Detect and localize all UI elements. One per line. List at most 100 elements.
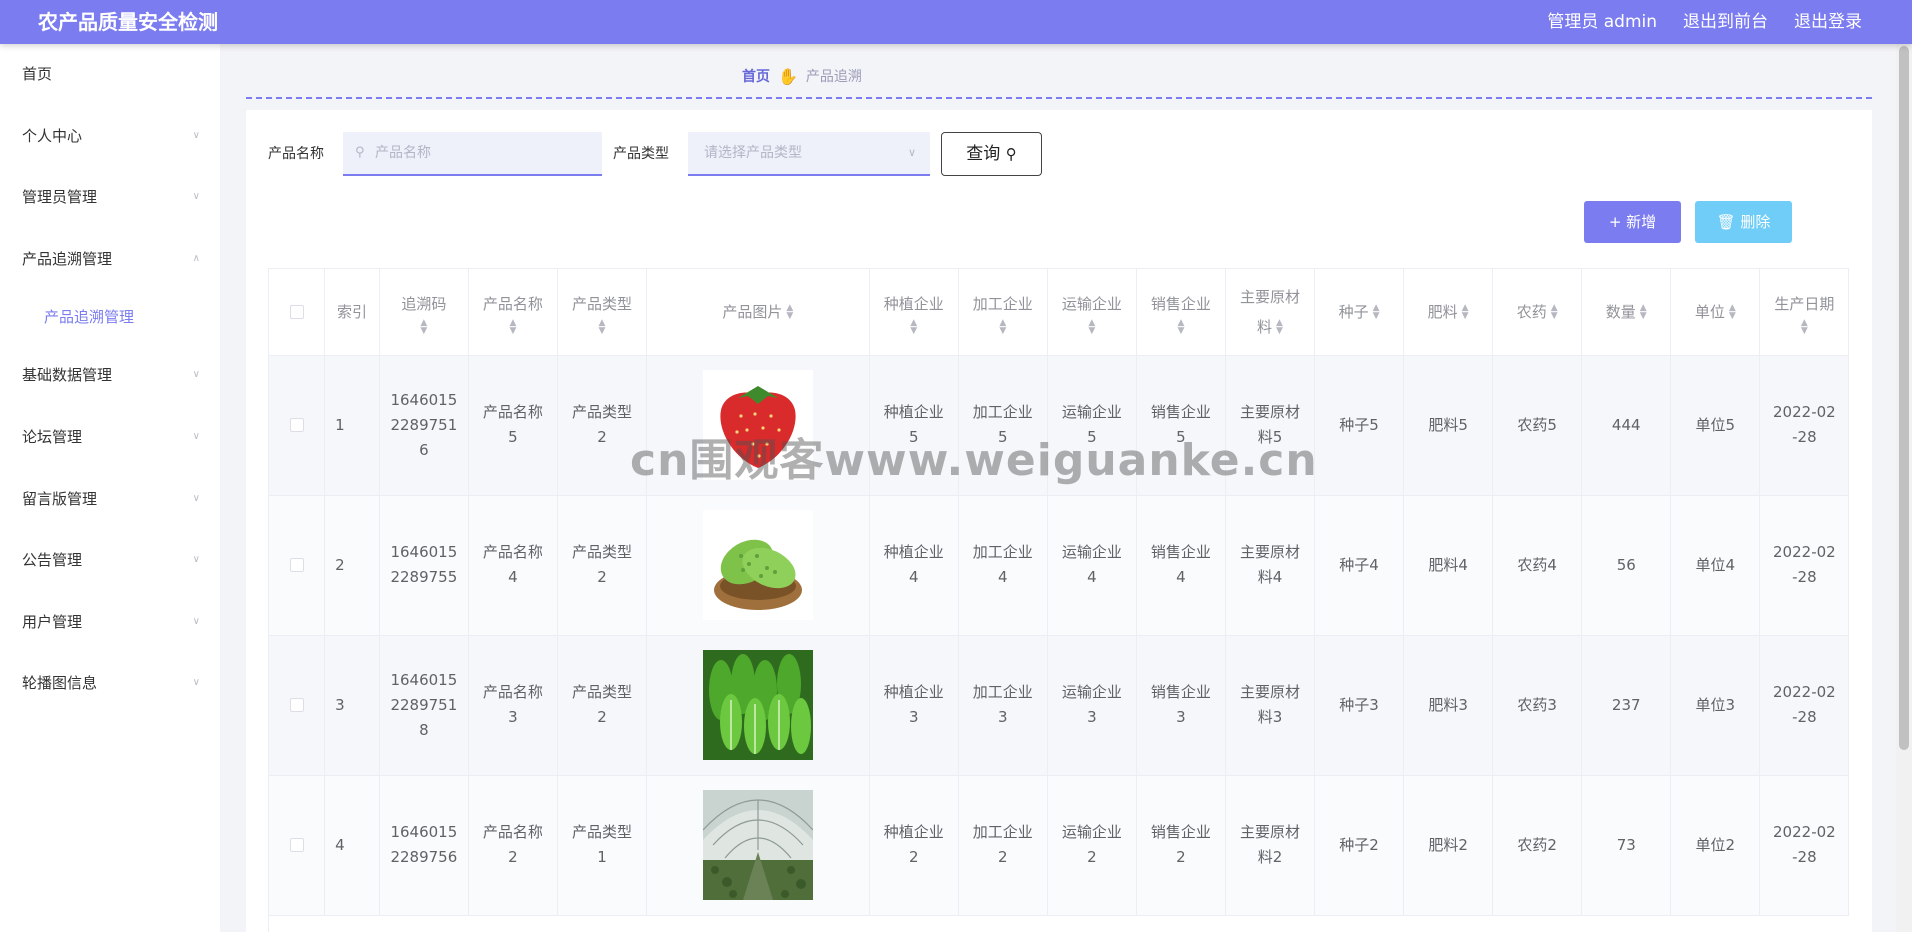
strawberry-image[interactable] — [702, 370, 813, 480]
sidebar-item-label: 留言版管理 — [22, 490, 98, 508]
page-scrollbar[interactable] — [1896, 44, 1912, 932]
row-checkbox[interactable] — [289, 558, 304, 572]
search-icon: ⚲ — [1005, 145, 1017, 163]
product-name-input[interactable]: ⚲ 产品名称 — [343, 132, 602, 176]
cell-type: 产品类型1 — [557, 775, 648, 916]
cell-image — [646, 355, 870, 496]
cell-qty: 237 — [1581, 635, 1672, 776]
sort-icon[interactable]: ▲ ▼ — [1551, 304, 1558, 321]
logout-link[interactable]: 退出登录 — [1794, 0, 1862, 44]
sidebar-item-home[interactable]: 首页 — [0, 54, 220, 94]
chevron-down-icon: ∨ — [192, 431, 200, 442]
row-checkbox-cell — [269, 775, 326, 916]
sort-icon[interactable]: ▲ ▼ — [967, 318, 1039, 335]
trace-table: 索引 追溯码 ▲ ▼ 产品名称 ▲ ▼ 产品类型 ▲ ▼ 产品图片 ▲ ▼ 种植企业 ▲ ▼ 加工企… — [268, 268, 1849, 932]
sort-icon[interactable]: ▲ ▼ — [1276, 319, 1283, 336]
leafy-greens-image[interactable] — [702, 650, 813, 760]
chevron-down-icon: ∨ — [192, 677, 200, 688]
add-button[interactable]: + 新增 — [1584, 201, 1681, 243]
th-material-label: 主要原材料 — [1239, 287, 1300, 336]
breadcrumb-home[interactable]: 首页 — [742, 66, 770, 86]
chevron-down-icon: ∨ — [192, 554, 200, 565]
sort-icon[interactable]: ▲ ▼ — [388, 318, 460, 335]
sidebar-subitem-trace-management[interactable]: 产品追溯管理 — [0, 297, 220, 337]
trace-table-grid: 索引 追溯码 ▲ ▼ 产品名称 ▲ ▼ 产品类型 ▲ ▼ 产品图片 ▲ ▼ 种植企业 ▲ ▼ 加工企… — [269, 269, 1849, 916]
sidebar-item-admin-management[interactable]: 管理员管理 ∨ — [0, 177, 220, 217]
sidebar-item-message-board[interactable]: 留言版管理 ∨ — [0, 479, 220, 519]
row-checkbox[interactable] — [289, 418, 304, 432]
th-code[interactable]: 追溯码 ▲ ▼ — [379, 269, 469, 356]
sidebar-item-users[interactable]: 用户管理 ∨ — [0, 602, 220, 642]
sidebar-item-label: 用户管理 — [22, 613, 83, 631]
sidebar-item-notice[interactable]: 公告管理 ∨ — [0, 540, 220, 580]
sidebar-item-personal-center[interactable]: 个人中心 ∨ — [0, 116, 220, 156]
table-row: 1 16460152289751 6 产品名称5 产品类型2 种植企业5 加工企… — [269, 355, 1849, 496]
exit-to-front-link[interactable]: 退出到前台 — [1683, 0, 1768, 44]
delete-button[interactable]: 🗑 删除 — [1695, 201, 1792, 243]
cell-plant: 种植企业5 — [869, 355, 959, 496]
cell-pesticide: 农药3 — [1492, 635, 1583, 776]
row-checkbox[interactable] — [289, 838, 304, 852]
cell-plant: 种植企业2 — [869, 775, 959, 916]
cell-seed: 种子5 — [1314, 355, 1405, 496]
th-fertilizer[interactable]: 肥料 ▲ ▼ — [1403, 269, 1494, 356]
th-seed[interactable]: 种子 ▲ ▼ — [1314, 269, 1405, 356]
th-qty[interactable]: 数量 ▲ ▼ — [1581, 269, 1672, 356]
sidebar-item-forum[interactable]: 论坛管理 ∨ — [0, 417, 220, 457]
cell-unit: 单位2 — [1670, 775, 1761, 916]
cell-image — [646, 495, 870, 636]
th-seed-label: 种子 — [1338, 302, 1369, 321]
bitter-melon-image[interactable] — [702, 510, 813, 620]
cell-image — [646, 635, 870, 776]
sidebar-item-trace-management[interactable]: 产品追溯管理 ∧ — [0, 239, 220, 279]
cell-seed: 种子2 — [1314, 775, 1405, 916]
greenhouse-image[interactable] — [702, 790, 813, 900]
product-type-select[interactable]: 请选择产品类型 ∨ — [688, 132, 930, 176]
trash-icon: 🗑 — [1716, 213, 1741, 231]
th-plant[interactable]: 种植企业 ▲ ▼ — [869, 269, 959, 356]
scrollbar-thumb[interactable] — [1899, 46, 1909, 750]
sort-icon[interactable]: ▲ ▼ — [1373, 304, 1380, 321]
chevron-down-icon: ∨ — [907, 146, 916, 159]
sort-icon[interactable]: ▲ ▼ — [566, 318, 638, 335]
sidebar-item-carousel[interactable]: 轮播图信息 ∨ — [0, 663, 220, 703]
th-unit[interactable]: 单位 ▲ ▼ — [1670, 269, 1761, 356]
th-date[interactable]: 生产日期 ▲ ▼ — [1759, 269, 1849, 356]
th-image[interactable]: 产品图片 ▲ ▼ — [646, 269, 870, 356]
query-button[interactable]: 查询 ⚲ — [941, 132, 1042, 176]
sort-icon[interactable]: ▲ ▼ — [1056, 318, 1128, 335]
cell-material: 主要原材料3 — [1225, 635, 1316, 776]
cell-process: 加工企业2 — [958, 775, 1048, 916]
row-checkbox-cell — [269, 635, 326, 776]
th-plant-label: 种植企业 — [883, 294, 944, 313]
cell-pesticide: 农药2 — [1492, 775, 1583, 916]
cell-sales: 销售企业2 — [1136, 775, 1226, 916]
th-unit-label: 单位 — [1694, 302, 1725, 321]
sort-icon[interactable]: ▲ ▼ — [1640, 304, 1647, 321]
th-fertilizer-label: 肥料 — [1427, 302, 1458, 321]
sort-icon[interactable]: ▲ ▼ — [1768, 318, 1840, 335]
product-name-placeholder: 产品名称 — [375, 145, 431, 161]
th-pesticide[interactable]: 农药 ▲ ▼ — [1492, 269, 1583, 356]
th-type[interactable]: 产品类型 ▲ ▼ — [557, 269, 648, 356]
th-name[interactable]: 产品名称 ▲ ▼ — [468, 269, 558, 356]
th-sales[interactable]: 销售企业 ▲ ▼ — [1136, 269, 1226, 356]
sort-icon[interactable]: ▲ ▼ — [477, 318, 549, 335]
sort-icon[interactable]: ▲ ▼ — [1145, 318, 1217, 335]
sort-icon[interactable]: ▲ ▼ — [878, 318, 950, 335]
top-bar: 农产品质量安全检测 管理员 admin 退出到前台 退出登录 — [0, 0, 1912, 44]
cell-sales: 销售企业4 — [1136, 495, 1226, 636]
sidebar-item-base-data[interactable]: 基础数据管理 ∨ — [0, 355, 220, 395]
th-material[interactable]: 主要原材料 ▲ ▼ — [1225, 269, 1316, 356]
select-all-checkbox[interactable] — [289, 305, 304, 320]
th-process[interactable]: 加工企业 ▲ ▼ — [958, 269, 1048, 356]
th-transport[interactable]: 运输企业 ▲ ▼ — [1047, 269, 1137, 356]
sort-icon[interactable]: ▲ ▼ — [1729, 304, 1736, 321]
th-process-label: 加工企业 — [972, 294, 1033, 313]
table-body: 1 16460152289751 6 产品名称5 产品类型2 种植企业5 加工企… — [269, 355, 1849, 916]
sort-icon[interactable]: ▲ ▼ — [1462, 304, 1469, 321]
cell-index: 1 — [324, 355, 380, 496]
sort-icon[interactable]: ▲ ▼ — [786, 304, 793, 321]
admin-user-label[interactable]: 管理员 admin — [1547, 0, 1657, 44]
row-checkbox[interactable] — [289, 698, 304, 712]
